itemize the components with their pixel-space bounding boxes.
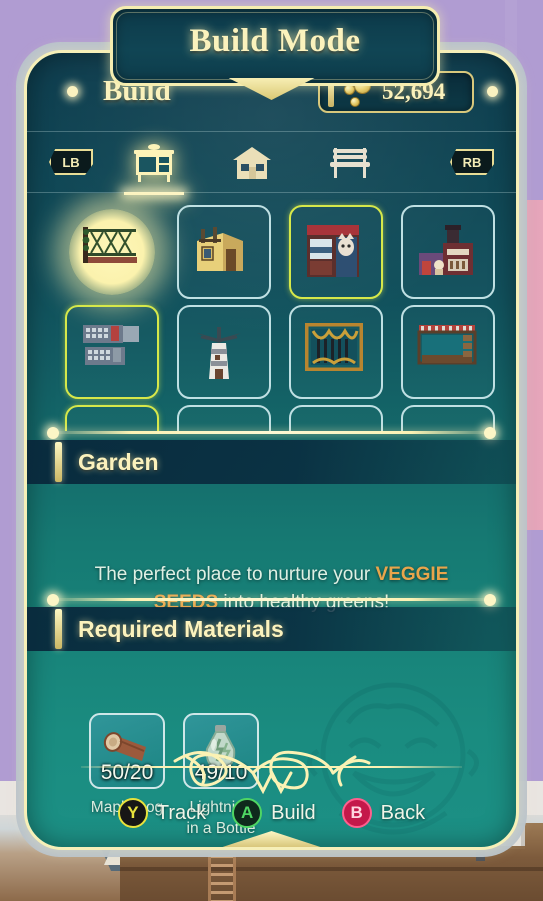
b-button-icon: B [341,798,372,828]
tab-list [123,132,381,194]
description-part-1: The perfect place to nurture your [94,564,376,585]
item-slot-market-stalls[interactable] [65,305,159,399]
red-shop-icon [305,223,367,281]
right-bumper-button[interactable]: RB [450,149,494,175]
house-icon [231,145,273,181]
required-materials-header: Required Materials [27,607,516,651]
awning-stand-icon [417,323,479,381]
item-grid [65,205,495,431]
tab-outdoor[interactable] [319,132,381,194]
game-screen: Build Mode Build 52,694 LB RB Garden The… [0,0,543,901]
divider-grid [47,426,496,439]
item-slot-garden[interactable] [65,205,159,299]
deck-plank [120,867,543,871]
divider-dot-left-2 [47,593,59,606]
a-button-icon: A [232,798,263,828]
garden-fence-icon [81,223,143,281]
build-label: Build [271,801,316,824]
header-dot-right [487,86,498,97]
header-dot-left [67,86,78,97]
rope-ladder [208,855,236,901]
required-materials-label: Required Materials [78,615,284,642]
item-slot-awning-stand[interactable] [401,305,495,399]
item-slot-purple-store[interactable] [401,205,495,299]
item-slot-row3-d[interactable] [401,405,495,431]
purple-store-icon [417,223,479,281]
tab-houses[interactable] [221,132,283,194]
category-tab-bar: LB RB [27,131,516,193]
back-label: Back [380,801,426,824]
yellow-house-icon [193,223,255,281]
item-grid-area[interactable] [27,193,516,431]
item-slot-row3-c[interactable] [289,405,383,431]
item-slot-lighthouse[interactable] [177,305,271,399]
material-count: 50/20 [100,761,154,784]
material-count: 49/10 [194,761,248,784]
build-button[interactable]: A Build [232,798,316,828]
material-slot[interactable]: 50/20 [89,713,165,789]
item-slot-yellow-house[interactable] [177,205,271,299]
accent-bar [55,442,62,482]
y-button-icon: Y [117,798,148,828]
build-menu-panel: Build 52,694 LB RB Garden The perfect pl… [24,50,519,850]
divider-dot-right [484,426,496,439]
dresser-icon [132,143,176,183]
item-slot-gold-gate[interactable] [289,305,383,399]
track-button[interactable]: Y Track [117,798,207,828]
item-slot-red-shop[interactable] [289,205,383,299]
left-bumper-button[interactable]: LB [49,149,93,175]
item-name: Garden [78,448,159,475]
tab-furniture[interactable] [123,132,185,194]
footer-divider [81,766,462,768]
divider-dot-left [47,426,59,439]
item-name-header: Garden [27,440,516,484]
bench-icon [326,146,374,180]
item-slot-row3-a[interactable] [65,405,159,431]
build-mode-banner: Build Mode [110,6,440,86]
market-stalls-icon [81,323,143,381]
gold-gate-icon [305,323,367,381]
divider-dot-right-2 [484,593,496,606]
item-slot-row3-b[interactable] [177,405,271,431]
build-mode-title: Build Mode [189,23,361,59]
back-button[interactable]: B Back [341,798,426,828]
track-label: Track [156,801,207,824]
footer-button-bar: Y Track A Build B Back [27,798,516,828]
lighthouse-icon [193,323,255,381]
material-slot[interactable]: 49/10 [183,713,259,789]
divider-materials [47,593,496,606]
accent-bar-2 [55,609,62,649]
